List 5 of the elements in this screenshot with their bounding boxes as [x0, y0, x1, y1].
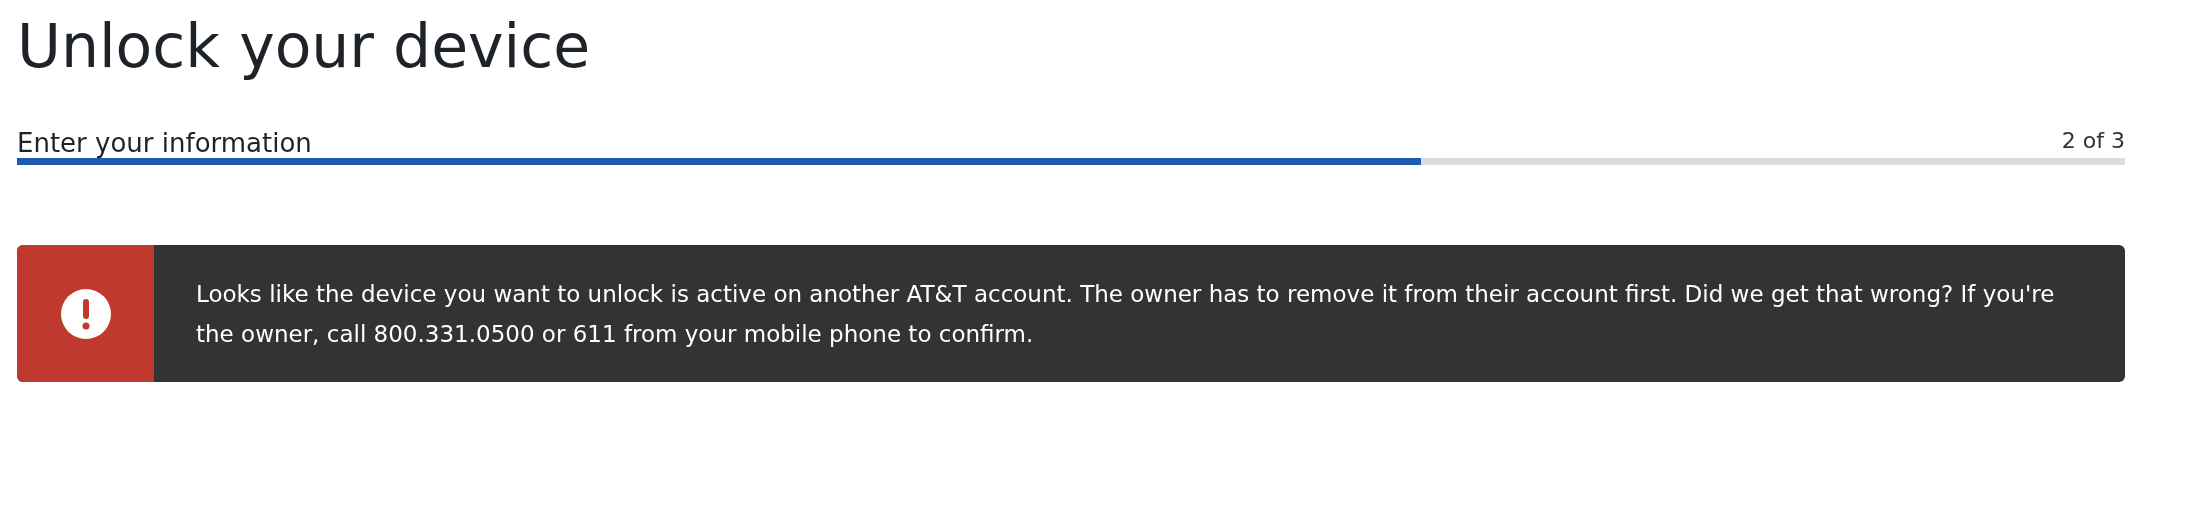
step-counter: 2 of 3: [2061, 130, 2125, 155]
step-label: Enter your information: [17, 130, 312, 158]
exclamation-icon: [60, 288, 111, 339]
alert-message: Looks like the device you want to unlock is active on another AT&T account. The owner has to remove it from their account first. Did we get that wrong? If you're the owner, call 800.331.0500 or 611 from your mobile phone to confirm.: [195, 279, 2056, 349]
page-title: Unlock your device: [17, 10, 592, 82]
